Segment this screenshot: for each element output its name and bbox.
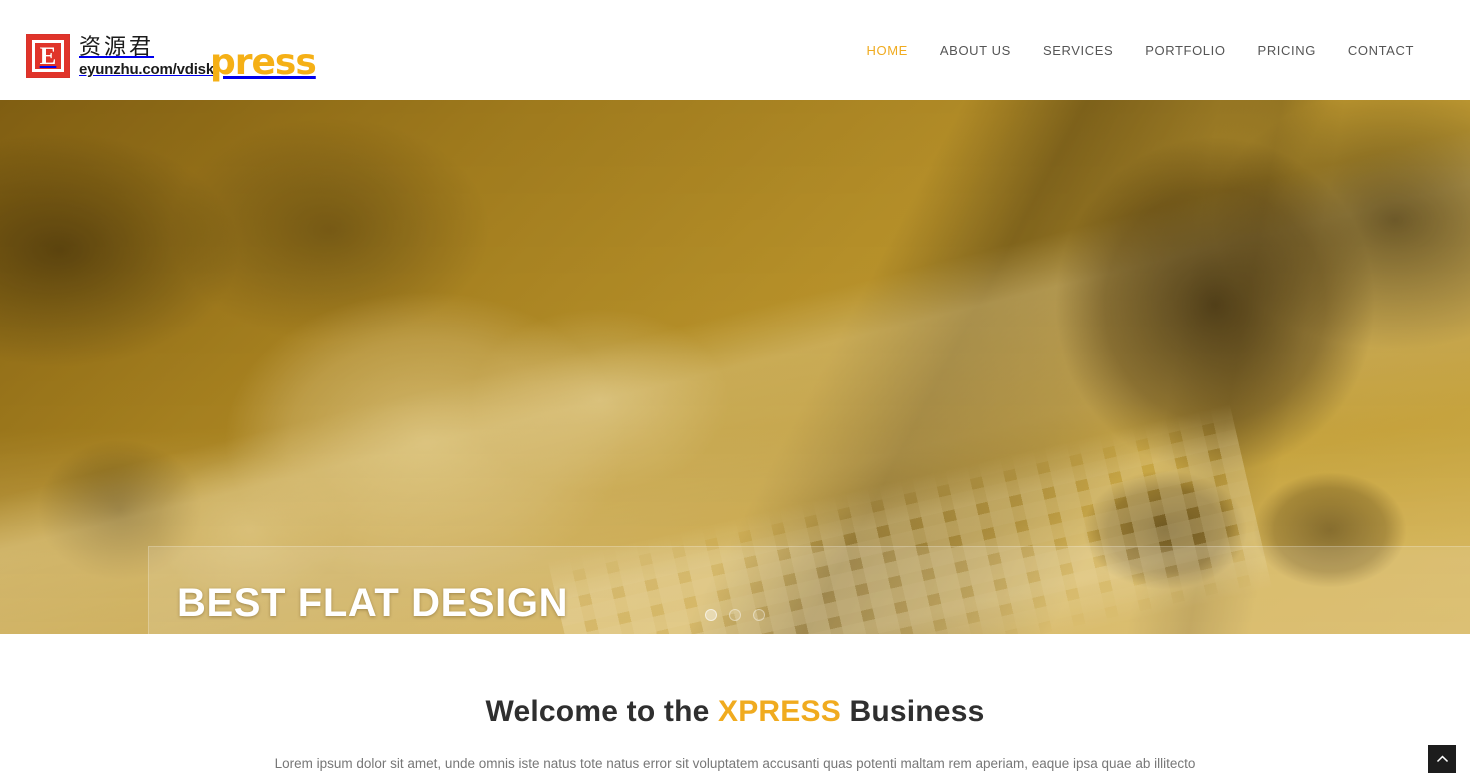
hero-indicator-2[interactable] xyxy=(729,609,741,621)
hero-slider-indicators xyxy=(0,609,1470,621)
logo-e-letter: E xyxy=(32,40,64,72)
hero-indicator-1[interactable] xyxy=(705,609,717,621)
site-logo[interactable]: E 资源君 eyunzhu.com/vdisk press xyxy=(26,22,317,83)
welcome-heading-before: Welcome to the xyxy=(485,695,719,728)
chevron-up-icon xyxy=(1436,755,1448,763)
logo-mark: E 资源君 eyunzhu.com/vdisk xyxy=(26,34,214,78)
nav-item-pricing[interactable]: PRICING xyxy=(1242,33,1332,68)
hero-indicator-3[interactable] xyxy=(753,609,765,621)
primary-navigation: HOME ABOUT US SERVICES PORTFOLIO PRICING… xyxy=(851,33,1431,68)
back-to-top-button[interactable] xyxy=(1428,745,1456,773)
nav-item-portfolio[interactable]: PORTFOLIO xyxy=(1129,33,1241,68)
nav-item-about-us[interactable]: ABOUT US xyxy=(924,33,1027,68)
nav-item-home[interactable]: HOME xyxy=(851,33,924,68)
welcome-heading: Welcome to the XPRESS Business xyxy=(0,694,1470,730)
welcome-heading-after: Business xyxy=(840,695,985,728)
site-header: E 资源君 eyunzhu.com/vdisk press HOME ABOUT… xyxy=(0,0,1470,100)
nav-item-services[interactable]: SERVICES xyxy=(1027,33,1129,68)
logo-chinese-name: 资源君 xyxy=(79,35,155,60)
logo-url-text: eyunzhu.com/vdisk xyxy=(79,61,214,78)
logo-wordmark: press xyxy=(209,42,317,83)
logo-chinese-block: 资源君 eyunzhu.com/vdisk xyxy=(79,34,214,78)
welcome-paragraph: Lorem ipsum dolor sit amet, unde omnis i… xyxy=(274,756,1196,771)
welcome-section: Welcome to the XPRESS Business Lorem ips… xyxy=(0,634,1470,780)
welcome-heading-accent: XPRESS xyxy=(718,695,841,728)
logo-e-badge: E xyxy=(26,34,70,78)
nav-item-contact[interactable]: CONTACT xyxy=(1332,33,1430,68)
hero-slider: BEST FLAT DESIGN Doloribus omnis minus t… xyxy=(0,100,1470,634)
